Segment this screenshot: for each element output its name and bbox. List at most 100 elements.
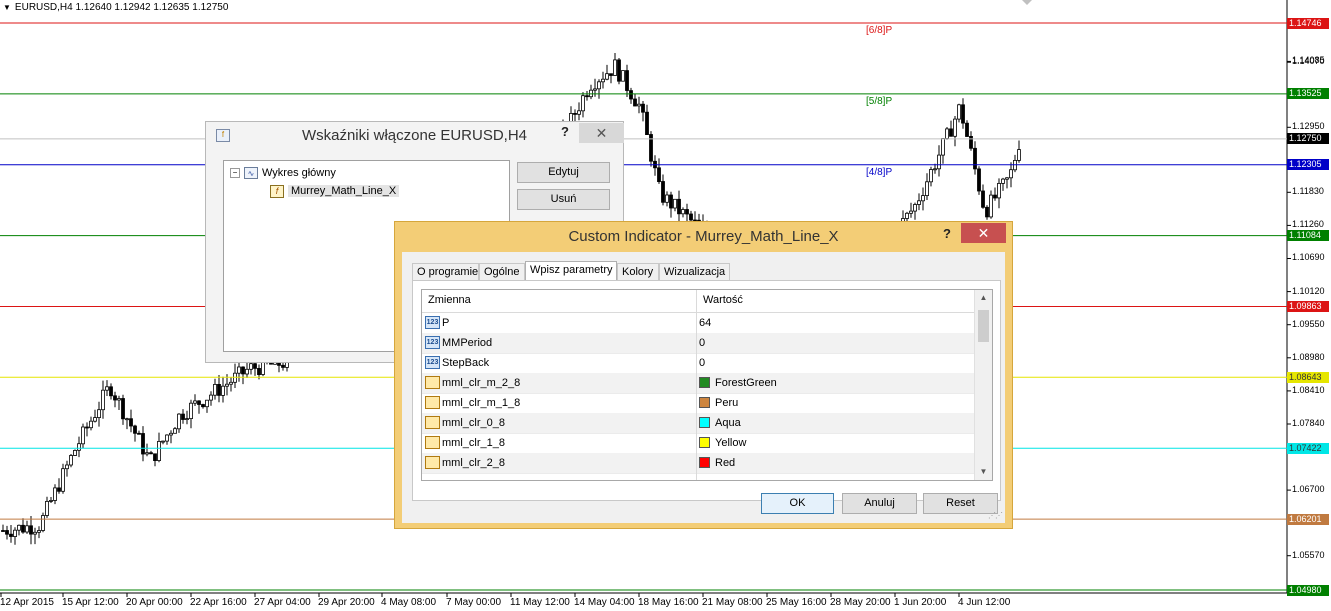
color-param-icon (425, 436, 440, 449)
vertical-scrollbar[interactable]: ▲ ▼ (974, 290, 992, 480)
candle-body (997, 182, 1001, 199)
table-row[interactable]: 123 MMPeriod 0 (422, 333, 974, 354)
param-value[interactable]: 0 (699, 333, 705, 353)
candle-body (1001, 178, 1005, 184)
tree-item-indicator-label: Murrey_Math_Line_X (288, 185, 400, 197)
candle-body (29, 525, 33, 535)
symbol-info: ▼ EURUSD,H4 1.12640 1.12942 1.12635 1.127… (3, 2, 229, 13)
collapse-icon[interactable]: − (230, 168, 240, 179)
param-value[interactable]: Aqua (715, 413, 741, 433)
candle-body (909, 210, 913, 214)
candle-body (153, 453, 157, 461)
param-name: MMPeriod (442, 337, 493, 349)
candle-body (105, 386, 109, 391)
tree-item-indicator[interactable]: f Murrey_Math_Line_X (270, 183, 400, 199)
candle-body (69, 455, 73, 466)
candle-body (249, 363, 253, 370)
candle-body (257, 367, 261, 375)
table-row[interactable]: mml_clr_2_8 Red (422, 453, 974, 474)
candle-body (185, 418, 189, 421)
tab-inputs[interactable]: Wpisz parametry (525, 261, 617, 282)
tree-item-main-chart[interactable]: − ∿ Wykres główny (230, 165, 336, 181)
help-button[interactable]: ? (936, 224, 958, 244)
param-value[interactable]: 0 (699, 353, 705, 373)
table-row[interactable]: mml_clr_m_2_8 ForestGreen (422, 373, 974, 394)
candle-body (149, 452, 153, 455)
price-level-tag: 1.13525 (1287, 88, 1329, 100)
column-variable[interactable]: Zmienna (428, 294, 471, 306)
candle-body (677, 198, 681, 215)
edit-button[interactable]: Edytuj (517, 162, 610, 183)
candle-body (141, 433, 145, 455)
tab-about[interactable]: O programie (412, 263, 479, 281)
candle-body (961, 104, 965, 124)
candle-body (145, 452, 149, 455)
candle-body (157, 440, 161, 461)
table-row[interactable]: 123 P 64 (422, 313, 974, 334)
color-swatch[interactable] (699, 397, 710, 408)
param-value[interactable]: Red (715, 453, 735, 473)
dialog-body: O programie Ogólne Wpisz parametry Kolor… (402, 252, 1005, 523)
close-button[interactable]: ✕ (579, 123, 624, 143)
candle-body (605, 73, 609, 80)
reset-button[interactable]: Reset (923, 493, 998, 514)
murrey-level-label: [5/8]P (866, 95, 893, 107)
price-tick-label: 1.11260 (1292, 219, 1324, 230)
table-row[interactable]: 123 StepBack 0 (422, 353, 974, 374)
scroll-thumb[interactable] (978, 310, 989, 342)
candle-body (169, 432, 173, 436)
candle-body (645, 111, 649, 135)
candle-body (241, 366, 245, 375)
candle-body (593, 88, 597, 91)
price-level-tag: 1.08643 (1287, 371, 1329, 383)
resize-grip-icon[interactable]: ⋰⋰ (988, 511, 1003, 520)
color-swatch[interactable] (699, 437, 710, 448)
ok-button[interactable]: OK (761, 493, 834, 514)
candle-body (93, 417, 97, 422)
column-divider[interactable] (696, 290, 697, 480)
scroll-down-icon[interactable]: ▼ (975, 464, 992, 480)
candle-body (245, 368, 249, 375)
table-row[interactable]: mml_clr_0_8 Aqua (422, 413, 974, 434)
param-value[interactable]: 64 (699, 313, 711, 333)
time-tick-label: 15 Apr 12:00 (62, 597, 119, 608)
color-param-icon (425, 416, 440, 429)
table-header: Zmienna Wartość (422, 290, 974, 313)
integer-param-icon: 123 (425, 356, 440, 369)
tab-general[interactable]: Ogólne (479, 263, 525, 281)
candle-body (201, 404, 205, 408)
candle-body (193, 400, 197, 404)
table-row[interactable]: mml_clr_m_1_8 Peru (422, 393, 974, 414)
param-value[interactable]: ForestGreen (715, 373, 777, 393)
candle-body (977, 168, 981, 192)
help-button[interactable]: ? (554, 122, 576, 142)
color-swatch[interactable] (699, 417, 710, 428)
candle-body (65, 464, 69, 470)
candle-body (61, 468, 65, 492)
price-level-tag: 1.12305 (1287, 159, 1329, 171)
scroll-up-icon[interactable]: ▲ (975, 290, 992, 306)
tab-colors[interactable]: Kolory (617, 263, 659, 281)
delete-button[interactable]: Usuń (517, 189, 610, 210)
candle-body (33, 531, 37, 535)
parameters-table[interactable]: Zmienna Wartość 123 P 64 123 MMPeriod 0 123 Ste… (421, 289, 993, 481)
param-value[interactable]: Yellow (715, 433, 746, 453)
color-swatch[interactable] (699, 457, 710, 468)
param-name: mml_clr_2_8 (442, 457, 505, 469)
murrey-level-label: [4/8]P (866, 166, 893, 178)
integer-param-icon: 123 (425, 316, 440, 329)
column-value[interactable]: Wartość (703, 294, 743, 306)
price-level-tag: 1.12750 (1287, 133, 1329, 145)
dropdown-triangle-icon[interactable]: ▼ (3, 3, 11, 12)
cancel-button[interactable]: Anuluj (842, 493, 917, 514)
table-row[interactable]: mml_clr_1_8 Yellow (422, 433, 974, 454)
candle-body (133, 425, 137, 434)
candle-body (45, 500, 49, 516)
tab-visualization[interactable]: Wizualizacja (659, 263, 730, 281)
close-button[interactable]: ✕ (961, 223, 1006, 243)
param-value[interactable]: Peru (715, 393, 738, 413)
time-tick-label: 20 Apr 00:00 (126, 597, 183, 608)
candle-body (681, 209, 685, 215)
color-swatch[interactable] (699, 377, 710, 388)
candle-body (941, 138, 945, 156)
